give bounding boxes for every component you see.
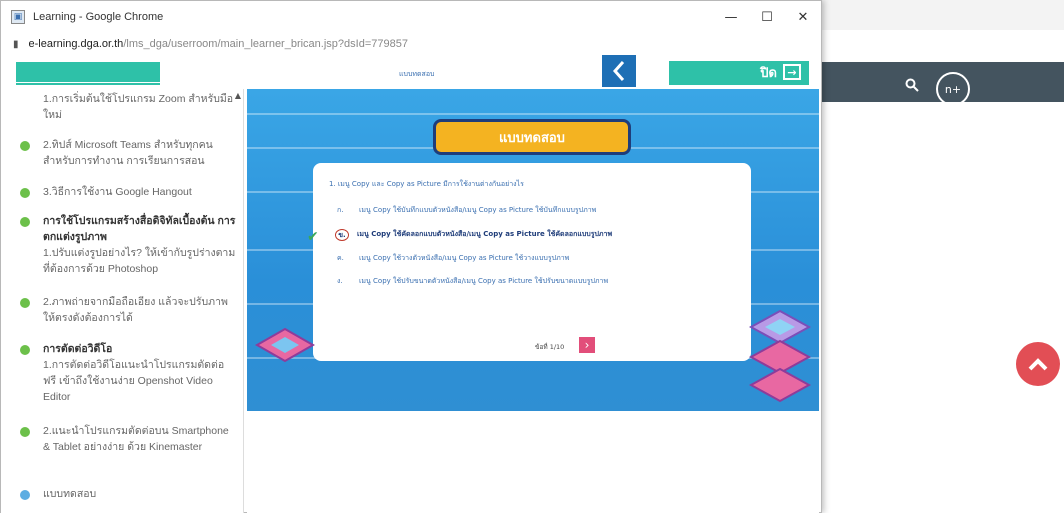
topbar-center-label: แบบทดสอบ xyxy=(399,70,435,78)
sidebar-section-heading: การใช้โปรแกรมสร้างสื่อดิจิทัลเบื้องต้น ก… xyxy=(43,215,236,243)
popup-window: ▣ Learning - Google Chrome — ☐ ✕ ▮ e-lea… xyxy=(0,0,822,513)
sidebar-item[interactable]: 3.วิธีการใช้งาน Google Hangout xyxy=(1,184,237,200)
sidebar-item[interactable]: 2.ทิปส์ Microsoft Teams สำหรับทุกคนสำหรั… xyxy=(1,137,237,169)
sidebar-item-label: 1.การเริ่มต้นใช้โปรแกรม Zoom สำหรับมือให… xyxy=(43,93,234,121)
sidebar-item-label: 2.ภาพถ่ายจากมือถือเอียง แล้วจะปรับภาพให้… xyxy=(43,296,228,324)
decor-cube-left-icon xyxy=(254,327,316,363)
sidebar-section[interactable]: การใช้โปรแกรมสร้างสื่อดิจิทัลเบื้องต้น ก… xyxy=(1,213,237,277)
choice-text: เมนู Copy ใช้บันทึกแบบตัวหนังสือ/เมนู Co… xyxy=(359,206,597,214)
url-path: /lms_dga/userroom/main_learner_brican.js… xyxy=(123,38,408,50)
back-button[interactable] xyxy=(602,55,636,87)
quiz-bottom-area xyxy=(247,411,819,513)
sidebar-item-quiz[interactable]: แบบทดสอบ xyxy=(1,486,237,502)
maximize-button[interactable]: ☐ xyxy=(749,1,785,33)
choice-label: ง. xyxy=(337,277,343,285)
status-dot-icon xyxy=(20,345,30,355)
search-icon[interactable] xyxy=(905,78,919,96)
question-pager: ข้อที่ 1/10 xyxy=(535,343,565,351)
sidebar-item[interactable]: 2.ภาพถ่ายจากมือถือเอียง แล้วจะปรับภาพให้… xyxy=(1,294,237,326)
close-lesson-label: ปิด xyxy=(760,65,777,81)
status-dot-icon xyxy=(20,188,30,198)
window-title: Learning - Google Chrome xyxy=(33,11,164,23)
sidebar-item-label: 2.ทิปส์ Microsoft Teams สำหรับทุกคนสำหรั… xyxy=(43,139,213,167)
decor-stripe xyxy=(247,113,819,115)
answer-choice[interactable]: ง. เมนู Copy ใช้ปรับขนาดตัวหนังสือ/เมนู … xyxy=(337,276,608,287)
sidebar-item-label: 3.วิธีการใช้งาน Google Hangout xyxy=(43,186,192,198)
correct-check-icon: ✔ xyxy=(307,229,319,245)
close-window-button[interactable]: ✕ xyxy=(785,1,821,33)
question-text: 1. เมนู Copy และ Copy as Picture มีการใช… xyxy=(329,180,524,188)
sidebar-section-heading: การตัดต่อวิดีโอ xyxy=(43,343,113,355)
status-dot-icon xyxy=(20,217,30,227)
status-dot-icon xyxy=(20,427,30,437)
choice-text: เมนู Copy ใช้ปรับขนาดตัวหนังสือ/เมนู Cop… xyxy=(359,277,609,285)
sidebar-item-label: แบบทดสอบ xyxy=(43,488,97,500)
quiz-title: แบบทดสอบ xyxy=(433,119,631,155)
choice-label: ข. xyxy=(335,229,349,241)
sidebar-item-label: 1.ปรับแต่งรูปอย่างไร? ให้เข้ากับรูปร่างต… xyxy=(43,247,236,275)
next-question-button[interactable]: › xyxy=(579,337,595,353)
choice-label: ค. xyxy=(337,254,344,262)
choice-text: เมนู Copy ใช้วางตัวหนังสือ/เมนู Copy as … xyxy=(359,254,570,262)
lesson-sidebar: ▲ 1.การเริ่มต้นใช้โปรแกรม Zoom สำหรับมือ… xyxy=(1,89,244,513)
exit-icon: → xyxy=(783,64,801,80)
url-host: e-learning.dga.or.th xyxy=(28,38,124,50)
status-dot-icon xyxy=(20,490,30,500)
sidebar-item-label: 1.การตัดต่อวิดีโอแนะนำโปรแกรมตัดต่อ ฟรี … xyxy=(43,359,225,403)
topbar-left-banner xyxy=(16,59,160,85)
scroll-to-top-button[interactable] xyxy=(1016,342,1060,386)
minimize-button[interactable]: — xyxy=(713,1,749,33)
lock-icon[interactable]: ▮ xyxy=(13,39,19,50)
sidebar-item[interactable]: 2.แนะนำโปรแกรมตัดต่อบน Smartphone & Tabl… xyxy=(1,423,237,455)
sidebar-section[interactable]: การตัดต่อวิดีโอ 1.การตัดต่อวิดีโอแนะนำโป… xyxy=(1,341,237,405)
status-dot-icon xyxy=(20,141,30,151)
user-avatar[interactable]: n+ xyxy=(936,72,970,106)
sidebar-item-label: 2.แนะนำโปรแกรมตัดต่อบน Smartphone & Tabl… xyxy=(43,425,229,453)
choice-text: เมนู Copy ใช้คัดลอกแบบตัวหนังสือ/เมนู Co… xyxy=(357,230,613,238)
close-lesson-button[interactable]: ปิด → xyxy=(669,59,809,85)
answer-choice[interactable]: ค. เมนู Copy ใช้วางตัวหนังสือ/เมนู Copy … xyxy=(337,253,569,264)
quiz-stage: แบบทดสอบ 1. เมนู Copy และ Copy as Pictur… xyxy=(247,89,819,411)
window-titlebar: ▣ Learning - Google Chrome — ☐ ✕ xyxy=(1,1,821,33)
choice-label: ก. xyxy=(337,206,344,214)
decor-cube-stack-icon xyxy=(748,309,812,403)
url-bar[interactable]: ▮ e-learning.dga.or.th /lms_dga/userroom… xyxy=(1,33,821,55)
lesson-content: แบบทดสอบ ปิด → ▲ 1.การเริ่มต้นใช้โปรแกรม… xyxy=(1,55,821,513)
window-controls: — ☐ ✕ xyxy=(713,1,821,33)
answer-choice-selected[interactable]: ข. เมนู Copy ใช้คัดลอกแบบตัวหนังสือ/เมนู… xyxy=(335,229,613,241)
status-dot-icon xyxy=(20,298,30,308)
lesson-topbar: แบบทดสอบ ปิด → xyxy=(1,55,821,89)
sidebar-item[interactable]: 1.การเริ่มต้นใช้โปรแกรม Zoom สำหรับมือให… xyxy=(1,91,237,123)
question-card: 1. เมนู Copy และ Copy as Picture มีการใช… xyxy=(307,163,751,361)
page-favicon-icon: ▣ xyxy=(11,10,25,24)
answer-choice[interactable]: ก. เมนู Copy ใช้บันทึกแบบตัวหนังสือ/เมนู… xyxy=(337,205,596,216)
